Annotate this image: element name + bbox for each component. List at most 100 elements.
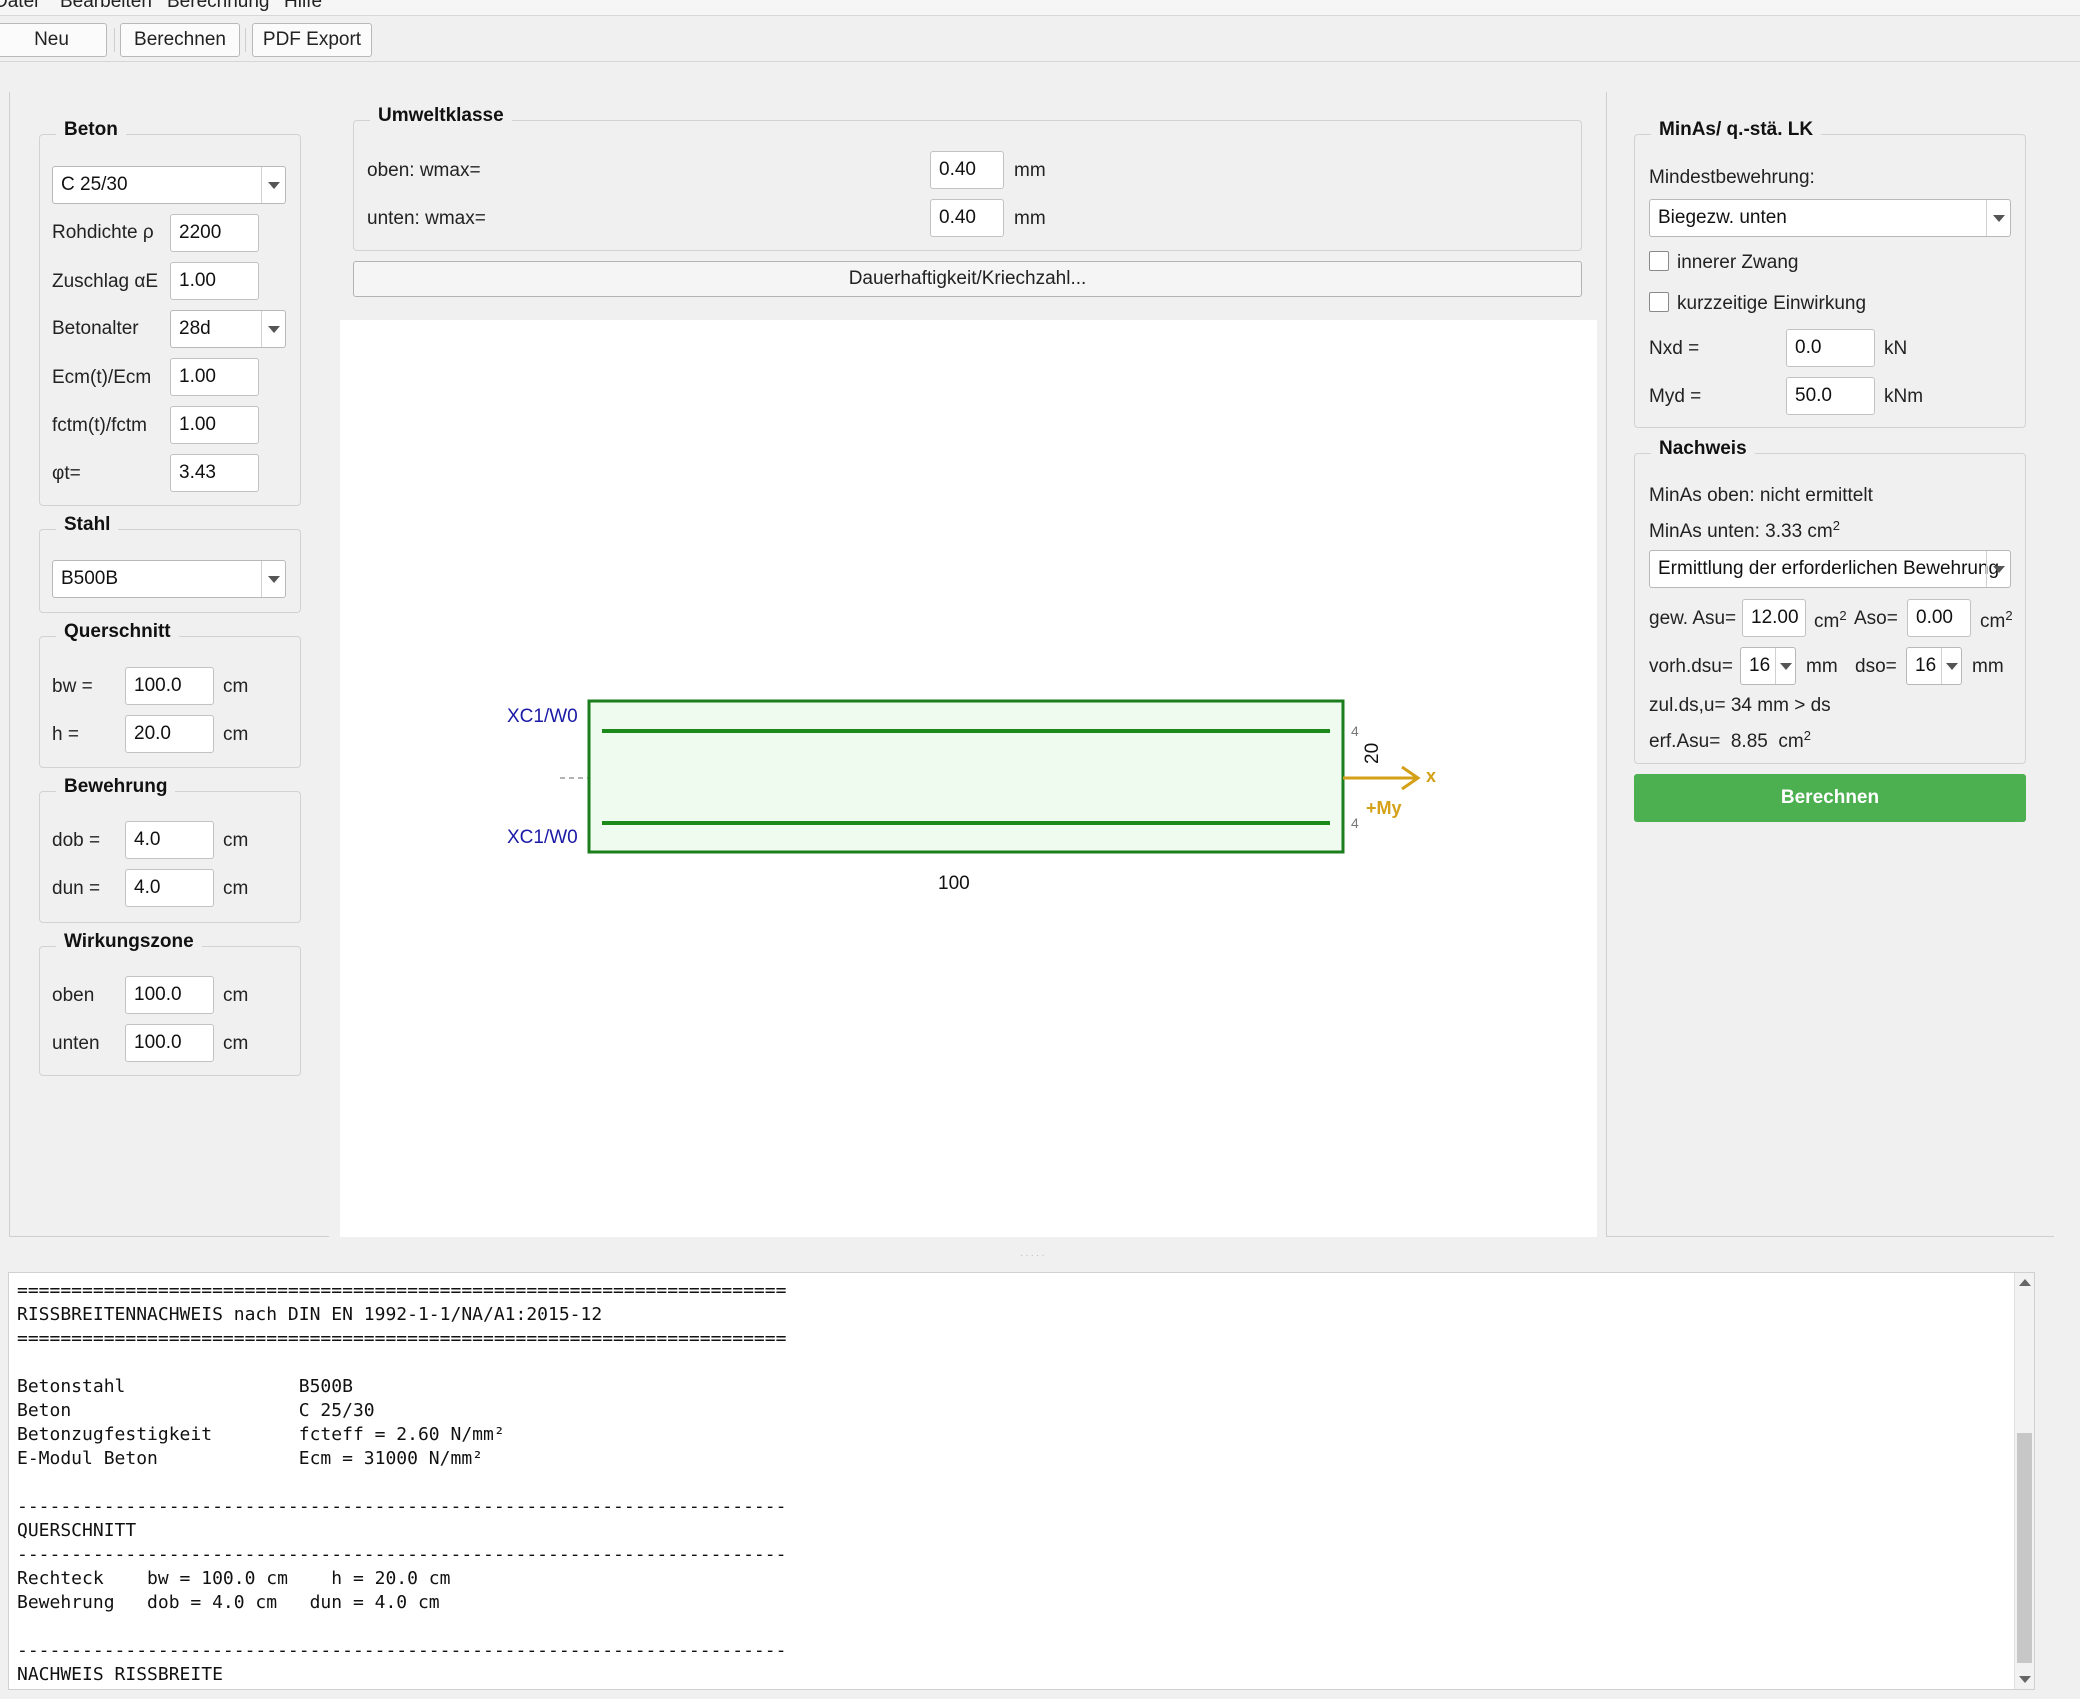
dso-select[interactable]: 16: [1906, 647, 1962, 685]
moment-label: +My: [1366, 798, 1402, 818]
betonalter-select[interactable]: 28d: [170, 310, 286, 348]
right-panel-bottom: [1606, 1236, 2054, 1237]
wmax-oben-unit: mm: [1014, 160, 1046, 181]
top-cover-label: 4: [1351, 723, 1359, 739]
menu-hilfe[interactable]: Hilfe: [284, 0, 322, 13]
asu-input[interactable]: 12.00: [1742, 599, 1806, 637]
aso-input[interactable]: 0.00: [1907, 599, 1971, 637]
menu-berechnung[interactable]: Berechnung: [167, 0, 269, 13]
wirkungszone-title: Wirkungszone: [56, 931, 202, 953]
innerer-zwang-checkbox[interactable]: [1649, 251, 1669, 271]
bw-input[interactable]: 100.0: [125, 667, 214, 705]
dso-unit: mm: [1972, 656, 2004, 677]
h-input[interactable]: 20.0: [125, 715, 214, 753]
fctm-input[interactable]: 1.00: [170, 406, 259, 444]
bw-unit: cm: [223, 676, 249, 697]
kurzzeitige-einwirkung-label: kurzzeitige Einwirkung: [1677, 293, 1867, 314]
calculate-toolbar-button[interactable]: Berechnen: [120, 23, 240, 57]
chevron-down-icon: [261, 167, 285, 203]
wz-unten-label: unten: [52, 1033, 100, 1054]
wz-unten-input[interactable]: 100.0: [125, 1024, 214, 1062]
dsu-select[interactable]: 16: [1740, 647, 1796, 685]
wmax-oben-input[interactable]: 0.40: [930, 151, 1004, 189]
dso-label: dso=: [1855, 656, 1897, 677]
nachweis-mode-select[interactable]: Ermittlung der erforderlichen Bewehrung: [1649, 550, 2011, 588]
splitter-handle[interactable]: ·····: [1020, 1250, 1050, 1261]
dsu-unit: mm: [1806, 656, 1838, 677]
zul-ds-text: zul.ds,u= 34 mm > ds: [1649, 695, 1831, 716]
nachweis-title: Nachweis: [1651, 438, 1755, 460]
height-dimension-label: 20: [1362, 742, 1383, 764]
phi-label: φt=: [52, 463, 81, 484]
minas-unten-text: MinAs unten: 3.33 cm2: [1649, 518, 1840, 542]
dob-label: dob =: [52, 830, 101, 851]
querschnitt-title: Querschnitt: [56, 621, 179, 643]
asu-label: gew. Asu=: [1649, 608, 1737, 629]
myd-label: Myd =: [1649, 386, 1702, 407]
left-panel-bottom: [9, 1236, 329, 1237]
wz-unten-unit: cm: [223, 1033, 249, 1054]
menu-bearbeiten[interactable]: Bearbeiten: [60, 0, 152, 13]
wz-oben-label: oben: [52, 985, 95, 1006]
wmax-unten-unit: mm: [1014, 208, 1046, 229]
wz-oben-input[interactable]: 100.0: [125, 976, 214, 1014]
new-button[interactable]: Neu: [0, 23, 107, 57]
zuschlag-input[interactable]: 1.00: [170, 262, 259, 300]
chevron-down-icon: [1941, 648, 1961, 684]
menu-bar: Datei Bearbeiten Berechnung Hilfe: [0, 0, 2080, 16]
concrete-class-value: C 25/30: [61, 174, 128, 195]
calculate-button[interactable]: Berechnen: [1634, 774, 2026, 822]
umweltklasse-title: Umweltklasse: [370, 105, 512, 127]
pdf-export-button[interactable]: PDF Export: [252, 23, 372, 57]
innerer-zwang-label: innerer Zwang: [1677, 252, 1799, 273]
top-exposure-class: XC1/W0: [507, 706, 578, 727]
concrete-class-select[interactable]: C 25/30: [52, 166, 286, 204]
steel-select[interactable]: B500B: [52, 560, 286, 598]
wz-oben-unit: cm: [223, 985, 249, 1006]
chevron-down-icon: [1775, 648, 1795, 684]
kurzzeitige-einwirkung-checkbox[interactable]: [1649, 292, 1669, 312]
output-text-area[interactable]: ========================================…: [8, 1272, 2035, 1690]
phi-input[interactable]: 3.43: [170, 454, 259, 492]
nxd-label: Nxd =: [1649, 338, 1700, 359]
dun-unit: cm: [223, 878, 249, 899]
steel-value: B500B: [61, 568, 119, 589]
bottom-exposure-class: XC1/W0: [507, 827, 578, 848]
mindestbewehrung-label: Mindestbewehrung:: [1649, 167, 1815, 188]
wmax-unten-input[interactable]: 0.40: [930, 199, 1004, 237]
bewehrung-title: Bewehrung: [56, 776, 176, 798]
chevron-down-icon: [1986, 200, 2010, 236]
dso-value: 16: [1915, 655, 1937, 676]
concrete-section: [587, 699, 1345, 854]
vertical-scrollbar[interactable]: [2014, 1273, 2034, 1689]
beton-title: Beton: [56, 119, 126, 141]
toolbar-separator: [245, 28, 246, 52]
chevron-down-icon: [261, 311, 285, 347]
minas-oben-text: MinAs oben: nicht ermittelt: [1649, 485, 1873, 506]
scrollbar-thumb[interactable]: [2017, 1433, 2032, 1663]
mindestbewehrung-value: Biegezw. unten: [1658, 207, 1787, 228]
right-panel-border: [1606, 92, 1607, 1237]
bottom-cover-label: 4: [1351, 815, 1359, 831]
report-text: ========================================…: [17, 1280, 787, 1685]
dun-input[interactable]: 4.0: [125, 869, 214, 907]
wmax-unten-label: unten: wmax=: [367, 208, 486, 229]
cross-section-drawing: [560, 699, 1421, 854]
dob-input[interactable]: 4.0: [125, 821, 214, 859]
scroll-down-icon[interactable]: [2019, 1676, 2031, 1683]
nxd-input[interactable]: 0.0: [1786, 329, 1875, 367]
ecm-label: Ecm(t)/Ecm: [52, 367, 152, 388]
chevron-down-icon: [1986, 551, 2010, 587]
ecm-input[interactable]: 1.00: [170, 358, 259, 396]
rohdichte-label: Rohdichte ρ: [52, 222, 154, 243]
mindestbewehrung-select[interactable]: Biegezw. unten: [1649, 199, 2011, 237]
myd-input[interactable]: 50.0: [1786, 377, 1875, 415]
menu-datei[interactable]: Datei: [0, 0, 38, 13]
aso-unit: cm2: [1980, 608, 2013, 632]
erf-asu-text: erf.Asu= 8.85 cm2: [1649, 728, 1811, 752]
scroll-up-icon[interactable]: [2019, 1279, 2031, 1286]
dun-label: dun =: [52, 878, 101, 899]
rohdichte-input[interactable]: 2200: [170, 214, 259, 252]
dauerhaftigkeit-button[interactable]: Dauerhaftigkeit/Kriechzahl...: [353, 261, 1582, 297]
chevron-down-icon: [261, 561, 285, 597]
